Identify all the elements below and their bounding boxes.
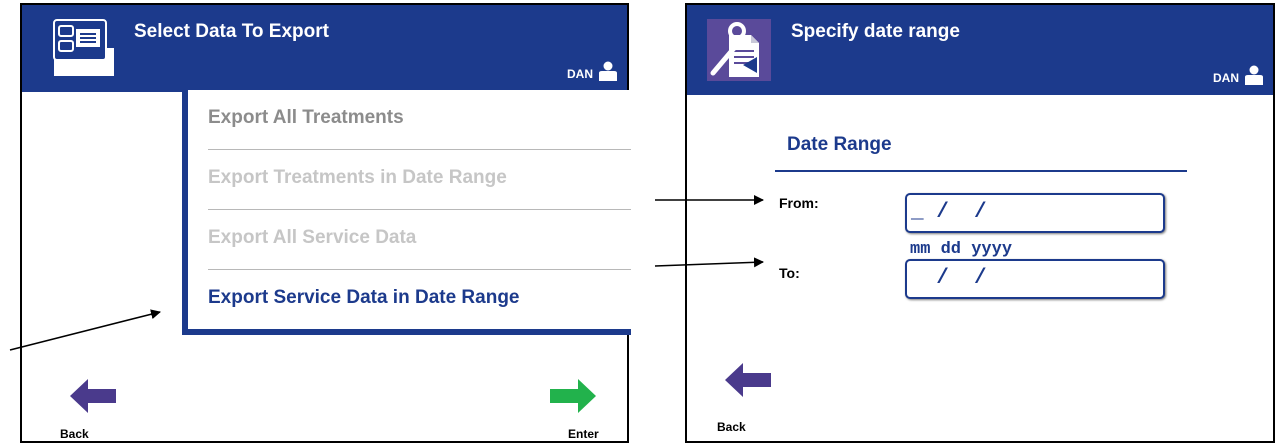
callout-arrow-menu bbox=[9, 309, 161, 351]
callout-arrow-to bbox=[654, 257, 764, 268]
callout-arrows bbox=[9, 195, 764, 351]
